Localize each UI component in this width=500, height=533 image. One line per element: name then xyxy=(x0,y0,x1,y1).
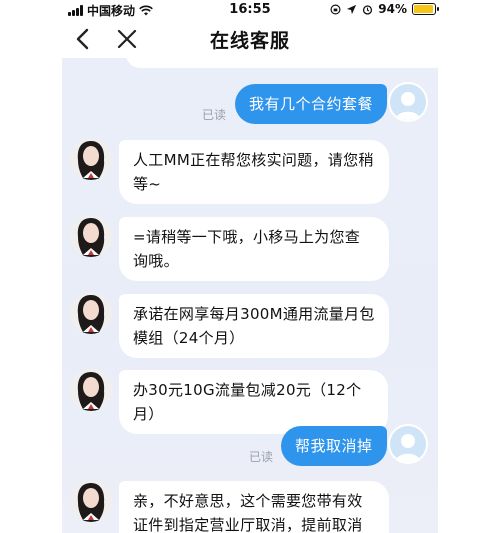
user-avatar xyxy=(388,424,428,464)
status-bar: 中国移动 16:55 94% xyxy=(0,0,500,20)
lock-rotation-icon xyxy=(330,4,341,14)
user-avatar xyxy=(388,82,428,122)
user-avatar-icon xyxy=(395,92,421,120)
agent-avatar xyxy=(70,292,112,334)
agent-avatar xyxy=(70,138,112,180)
read-status: 已读 xyxy=(249,450,274,464)
agent-avatar-icon xyxy=(77,141,105,180)
previous-message-bubble xyxy=(126,58,438,68)
battery-icon xyxy=(412,3,439,15)
nav-bar: 在线客服 xyxy=(0,20,500,58)
agent-avatar xyxy=(70,215,112,257)
user-message-bubble: 帮我取消掉 xyxy=(281,426,387,466)
agent-message-bubble: 承诺在网享每月300M通用流量月包模组（24个月） xyxy=(119,294,389,358)
read-status: 已读 xyxy=(202,108,227,122)
agent-avatar-icon xyxy=(77,218,105,257)
battery-percent: 94% xyxy=(378,2,407,16)
user-avatar-icon xyxy=(395,434,421,462)
location-icon xyxy=(347,4,357,14)
alarm-icon xyxy=(363,4,373,15)
agent-message-bubble: 亲，不好意思，这个需要您带有效证件到指定营业厅取消，提前取消可能 xyxy=(119,481,389,533)
chat-area[interactable]: 已读 我有几个合约套餐 人工MM正在帮您核实问题，请您稍等~ =请稍等一下哦，小… xyxy=(62,58,438,533)
agent-avatar-icon xyxy=(77,295,105,334)
agent-message-bubble: 办30元10G流量包减20元（12个月） xyxy=(119,370,388,434)
user-message: 我有几个合约套餐 xyxy=(235,84,388,124)
agent-avatar-icon xyxy=(77,483,105,522)
agent-message-bubble: 人工MM正在帮您核实问题，请您稍等~ xyxy=(119,140,389,204)
agent-avatar xyxy=(70,369,112,411)
agent-avatar xyxy=(70,480,112,522)
agent-message-bubble: =请稍等一下哦，小移马上为您查询哦。 xyxy=(119,217,389,281)
page-title: 在线客服 xyxy=(209,30,290,52)
battery-fill xyxy=(414,5,433,13)
user-message: 帮我取消掉 xyxy=(281,426,387,466)
status-right: 94% xyxy=(330,2,439,16)
agent-avatar-icon xyxy=(77,372,105,411)
user-message-bubble: 我有几个合约套餐 xyxy=(235,84,388,124)
